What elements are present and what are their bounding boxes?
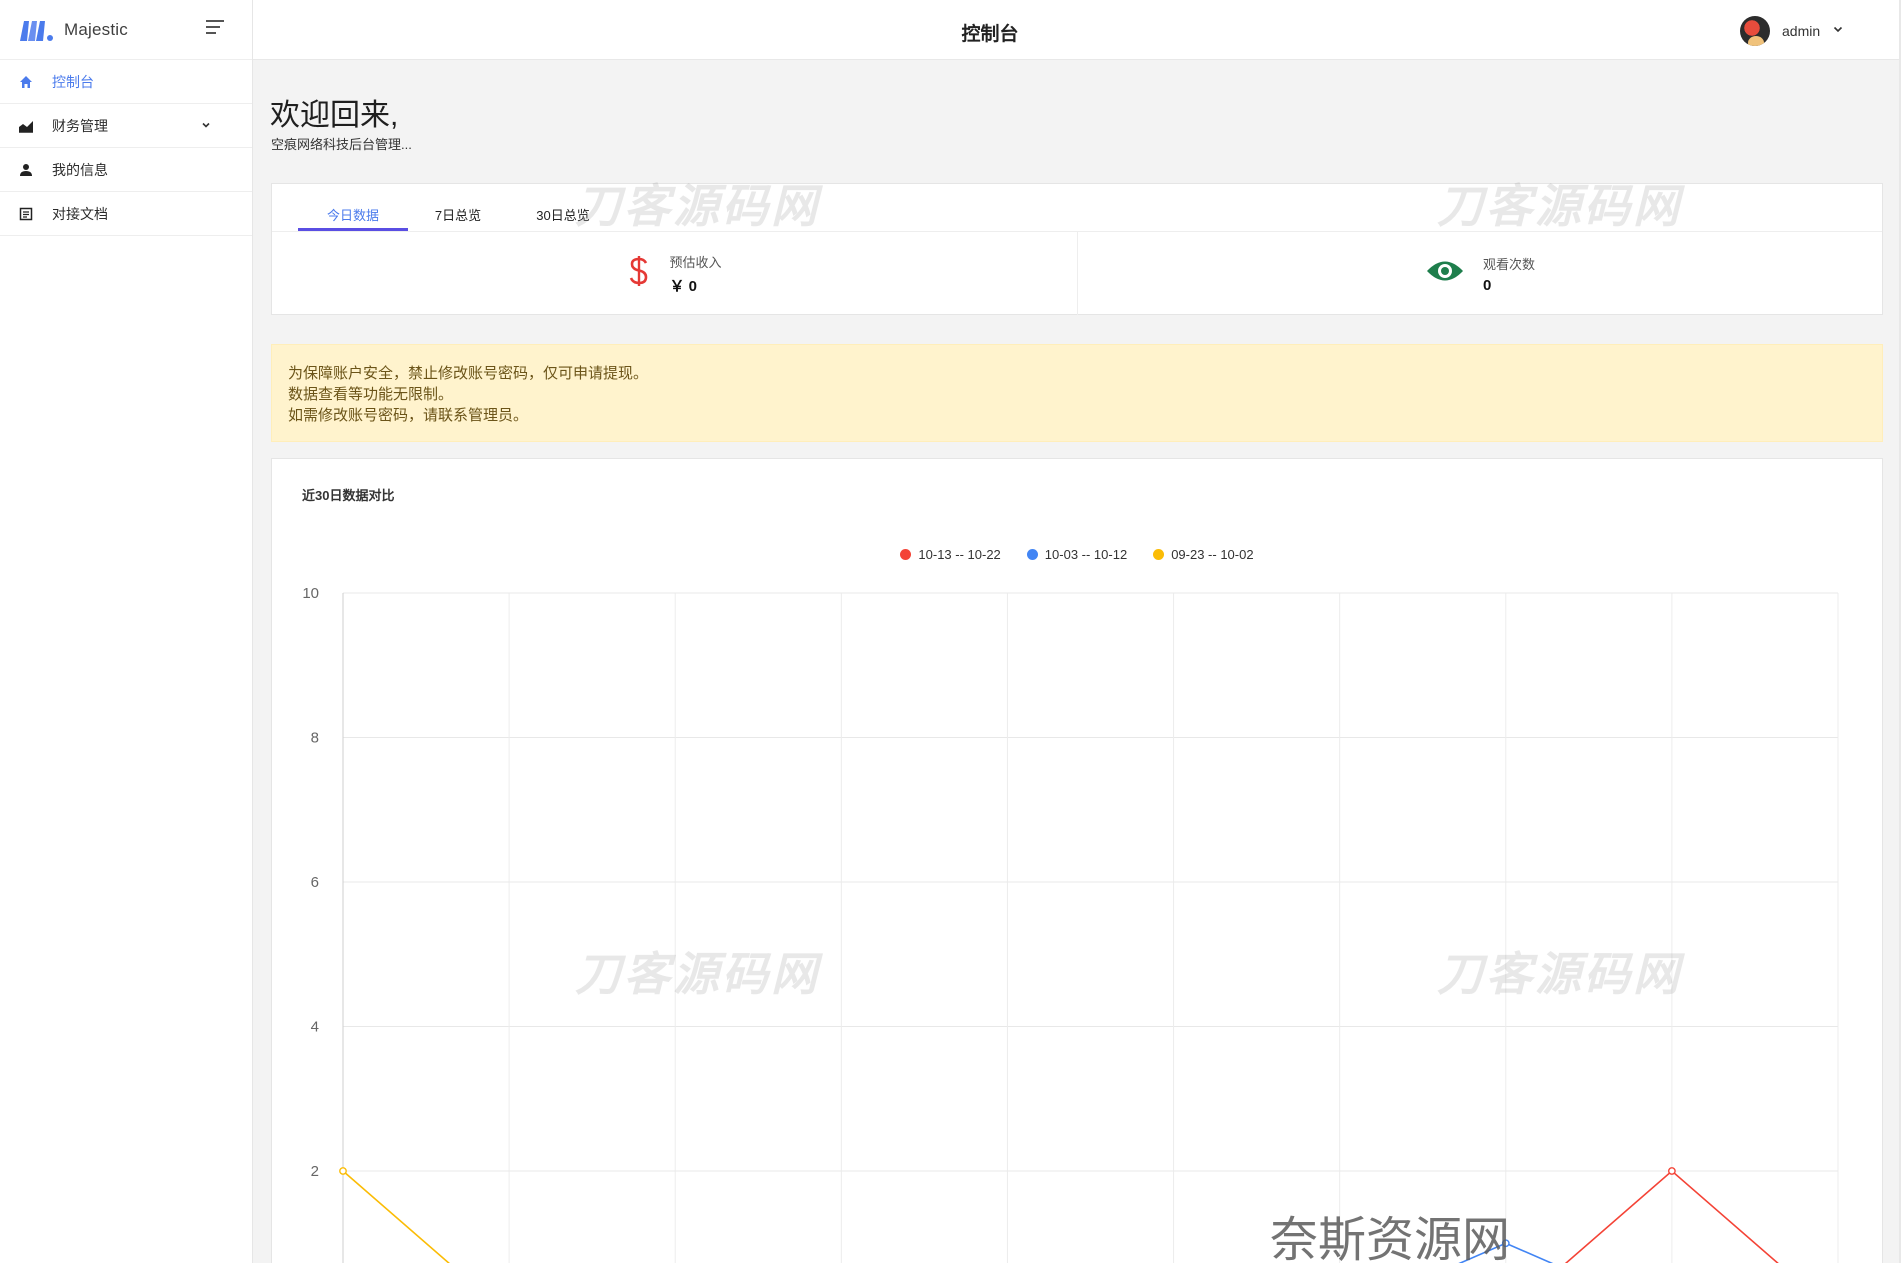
active-tab-indicator: [298, 228, 408, 231]
y-tick-label: 4: [311, 1019, 319, 1036]
document-icon: [18, 206, 34, 222]
majestic-logo-icon: [20, 20, 53, 41]
series-line: [342, 1170, 450, 1263]
home-icon: [18, 74, 34, 90]
brand-logo[interactable]: Majestic: [18, 17, 128, 43]
chart-area-icon: [18, 118, 34, 134]
sidebar-item-label: 我的信息: [52, 161, 108, 178]
sidebar-item-finance[interactable]: 财务管理: [0, 104, 252, 148]
chart-card: 近30日数据对比 10-13 -- 10-22 10-03 -- 10-12 0…: [271, 458, 1883, 1263]
data-point: [1667, 1167, 1676, 1175]
series-line: [1458, 1242, 1554, 1263]
y-tick-label: 8: [311, 730, 319, 747]
views-label: 观看次数: [1482, 256, 1535, 272]
income-value: ￥ 0: [669, 277, 697, 295]
income-label: 预估收入: [669, 254, 722, 270]
sidebar: Majestic 控制台 财务管理 我的信息 对接文档: [0, 0, 253, 1263]
sidebar-item-profile[interactable]: 我的信息: [0, 148, 252, 192]
notice-line: 如需修改账号密码，请联系管理员。: [288, 407, 529, 424]
chevron-down-icon: [1832, 22, 1844, 40]
eye-icon: [1425, 258, 1465, 289]
data-point: [339, 1167, 347, 1175]
sidebar-item-dashboard[interactable]: 控制台: [0, 60, 252, 104]
user-icon: [18, 162, 34, 178]
line-chart: 10 8 6 4 2: [302, 585, 1839, 1263]
welcome-title: 欢迎回来,: [270, 99, 399, 132]
page-title: 控制台: [961, 24, 1019, 45]
brand-header: Majestic: [0, 0, 252, 60]
stats-card: 今日数据 7日总览 30日总览 预估收入 ￥ 0 观看次数 0: [271, 183, 1883, 315]
views-stat: 观看次数 0: [1077, 232, 1882, 315]
data-point: [1501, 1239, 1510, 1248]
welcome-subtitle: 空痕网络科技后台管理...: [271, 137, 412, 152]
chevron-down-icon: [200, 118, 212, 134]
warning-alert: 为保障账户安全，禁止修改账号密码，仅可申请提现。 数据查看等功能无限制。 如需修…: [271, 344, 1883, 442]
notice-line: 数据查看等功能无限制。: [288, 386, 454, 403]
sidebar-item-docs[interactable]: 对接文档: [0, 192, 252, 236]
dollar-icon: [627, 254, 651, 293]
y-tick-label: 6: [311, 874, 319, 891]
tab-7days[interactable]: 7日总览: [408, 205, 508, 224]
tab-today[interactable]: 今日数据: [298, 205, 408, 224]
top-navbar: 控制台 admin: [253, 0, 1901, 60]
stats-tabs: 今日数据 7日总览 30日总览: [272, 184, 1882, 232]
username: admin: [1782, 23, 1821, 39]
brand-name: Majestic: [64, 19, 128, 39]
tab-30days[interactable]: 30日总览: [508, 205, 618, 224]
user-menu[interactable]: admin: [1740, 16, 1844, 46]
sidebar-item-label: 财务管理: [52, 117, 108, 134]
y-tick-label: 10: [302, 585, 319, 602]
sidebar-toggle-icon[interactable]: [206, 20, 228, 38]
series-line: [1564, 1169, 1779, 1263]
sidebar-item-label: 控制台: [52, 73, 94, 90]
income-stat: 预估收入 ￥ 0: [272, 232, 1077, 315]
y-tick-label: 2: [311, 1163, 319, 1180]
avatar: [1740, 16, 1770, 46]
sidebar-item-label: 对接文档: [52, 205, 108, 222]
notice-line: 为保障账户安全，禁止修改账号密码，仅可申请提现。: [288, 365, 649, 382]
views-value: 0: [1482, 276, 1492, 294]
